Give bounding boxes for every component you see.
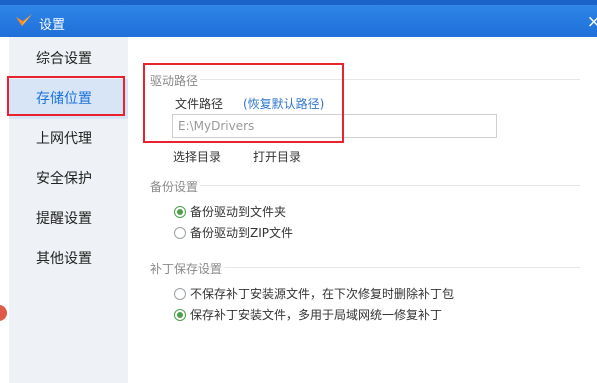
file-path-label: 文件路径: [175, 97, 224, 111]
radio-label: 不保存补丁安装源文件，在下次修复时删除补丁包: [190, 287, 455, 301]
sidebar-item-reminder[interactable]: 提醒设置: [9, 199, 128, 239]
app-logo-icon: [16, 14, 32, 26]
sidebar-item-security[interactable]: 安全保护: [9, 159, 128, 199]
title-bar: 设置 ×: [0, 0, 597, 37]
sidebar-item-other[interactable]: 其他设置: [9, 239, 128, 279]
radio-label: 备份驱动到文件夹: [190, 205, 287, 219]
sidebar: 综合设置 存储位置 上网代理 安全保护 提醒设置 其他设置: [9, 37, 128, 383]
sidebar-item-storage[interactable]: 存储位置: [9, 79, 128, 119]
restore-default-path-link[interactable]: (恢复默认路径): [243, 95, 324, 112]
window-title: 设置: [39, 18, 66, 33]
divider: [200, 79, 580, 80]
radio-label: 备份驱动到ZIP文件: [190, 226, 293, 240]
divider: [225, 267, 580, 268]
sidebar-item-proxy[interactable]: 上网代理: [9, 119, 128, 159]
radio-checked-icon: [174, 206, 186, 218]
driver-path-input[interactable]: [172, 114, 497, 138]
radio-unchecked-icon: [174, 227, 186, 239]
sidebar-item-general[interactable]: 综合设置: [9, 39, 128, 79]
notification-badge: [0, 305, 7, 321]
radio-unchecked-icon: [174, 288, 186, 300]
section-title-driver-path: 驱动路径: [150, 74, 199, 88]
section-title-backup: 备份设置: [150, 180, 199, 194]
settings-panel: 驱动路径 文件路径 (恢复默认路径) 选择目录 打开目录 备份设置 备份驱动到文…: [128, 37, 597, 383]
open-directory-button[interactable]: 打开目录: [253, 148, 301, 165]
radio-checked-icon: [174, 309, 186, 321]
select-directory-button[interactable]: 选择目录: [173, 148, 221, 165]
close-button[interactable]: ×: [587, 12, 597, 32]
section-title-patch: 补丁保存设置: [150, 262, 223, 276]
radio-label: 保存补丁安装文件，多用于局域网统一修复补丁: [190, 308, 443, 322]
divider: [200, 185, 580, 186]
